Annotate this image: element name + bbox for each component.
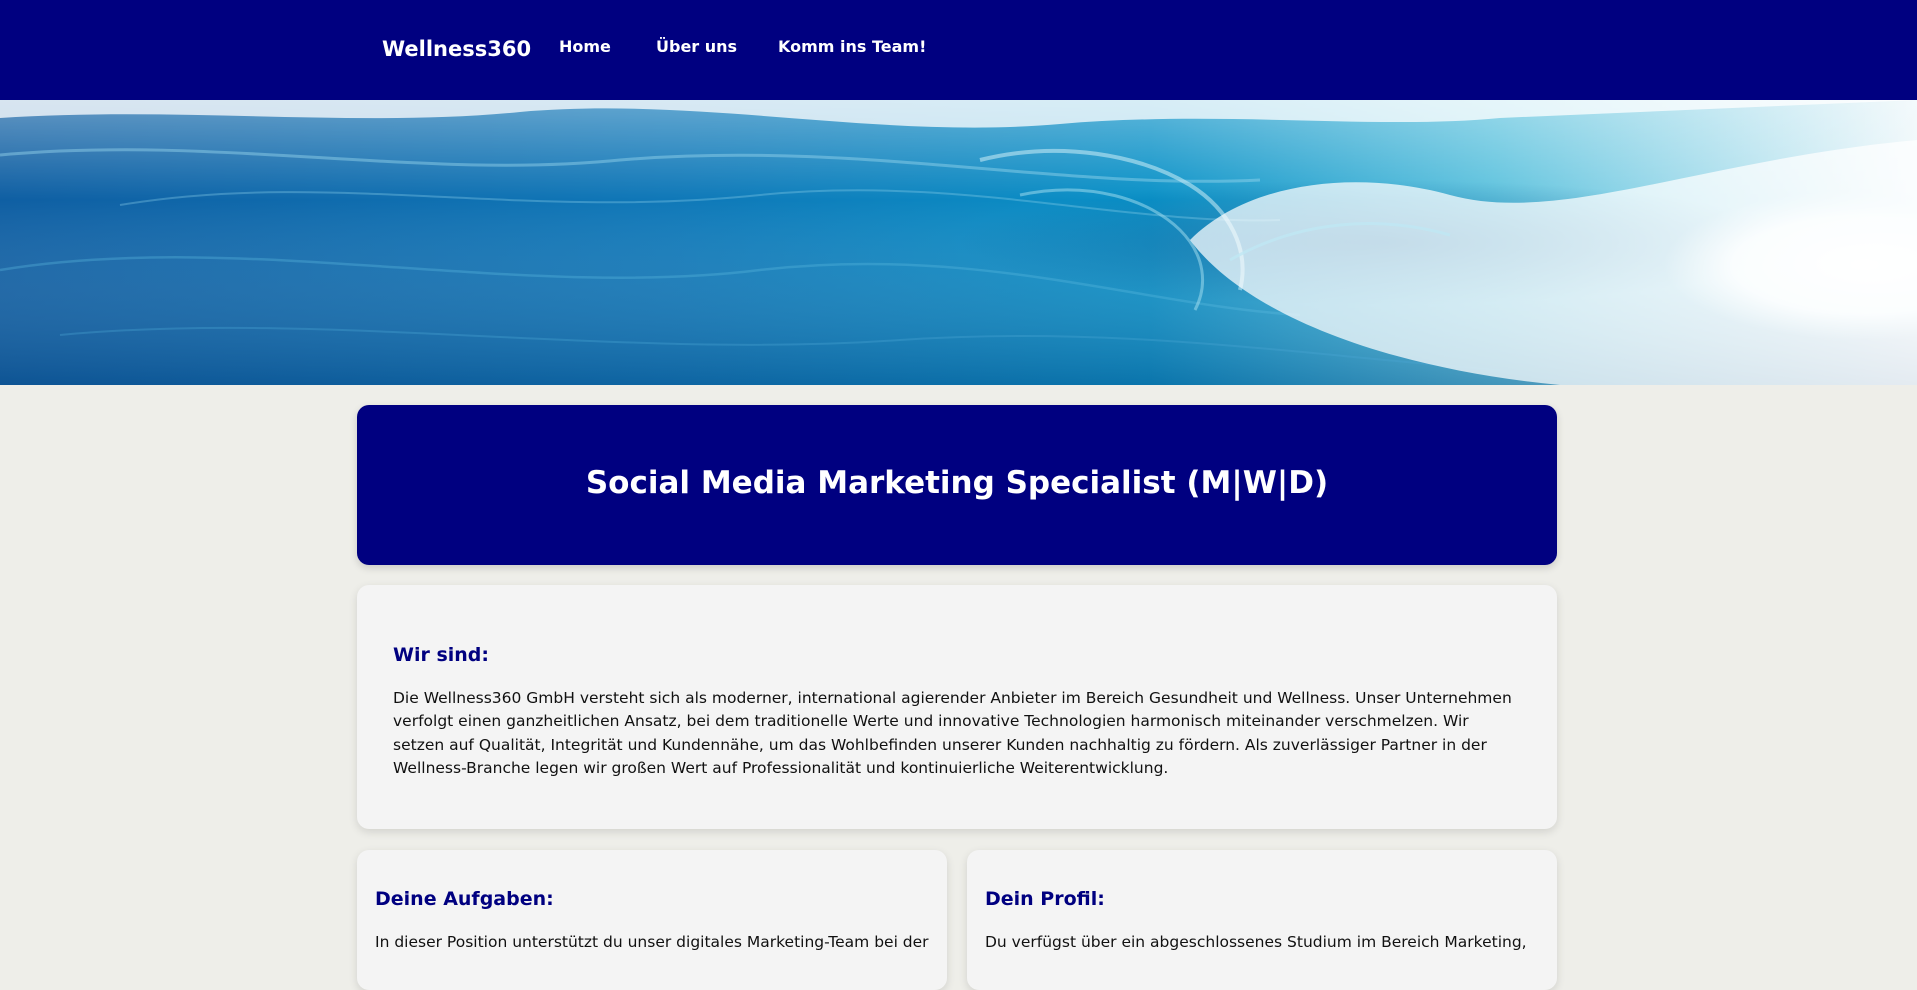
about-heading: Wir sind:: [393, 644, 490, 666]
top-navigation: Wellness360 Home Über uns Komm ins Team!: [0, 0, 1917, 100]
profile-text: Du verfügst über ein abgeschlossenes Stu…: [985, 933, 1527, 951]
profile-card: Dein Profil: Du verfügst über ein abgesc…: [967, 850, 1557, 990]
job-title-banner: Social Media Marketing Specialist (M|W|D…: [357, 405, 1557, 565]
nav-home-link[interactable]: Home: [559, 37, 611, 56]
about-us-card: Wir sind: Die Wellness360 GmbH versteht …: [357, 585, 1557, 829]
nav-join-team-link[interactable]: Komm ins Team!: [778, 37, 926, 56]
nav-about-link[interactable]: Über uns: [656, 37, 737, 56]
job-title: Social Media Marketing Specialist (M|W|D…: [585, 465, 1329, 501]
profile-heading: Dein Profil:: [985, 888, 1105, 910]
hero-banner-image: [0, 100, 1917, 385]
brand-logo-link[interactable]: Wellness360: [382, 37, 531, 61]
tasks-heading: Deine Aufgaben:: [375, 888, 554, 910]
ocean-wave-image: [0, 100, 1917, 385]
tasks-card: Deine Aufgaben: In dieser Position unter…: [357, 850, 947, 990]
tasks-text: In dieser Position unterstützt du unser …: [375, 933, 929, 951]
about-text: Die Wellness360 GmbH versteht sich als m…: [393, 689, 1512, 777]
